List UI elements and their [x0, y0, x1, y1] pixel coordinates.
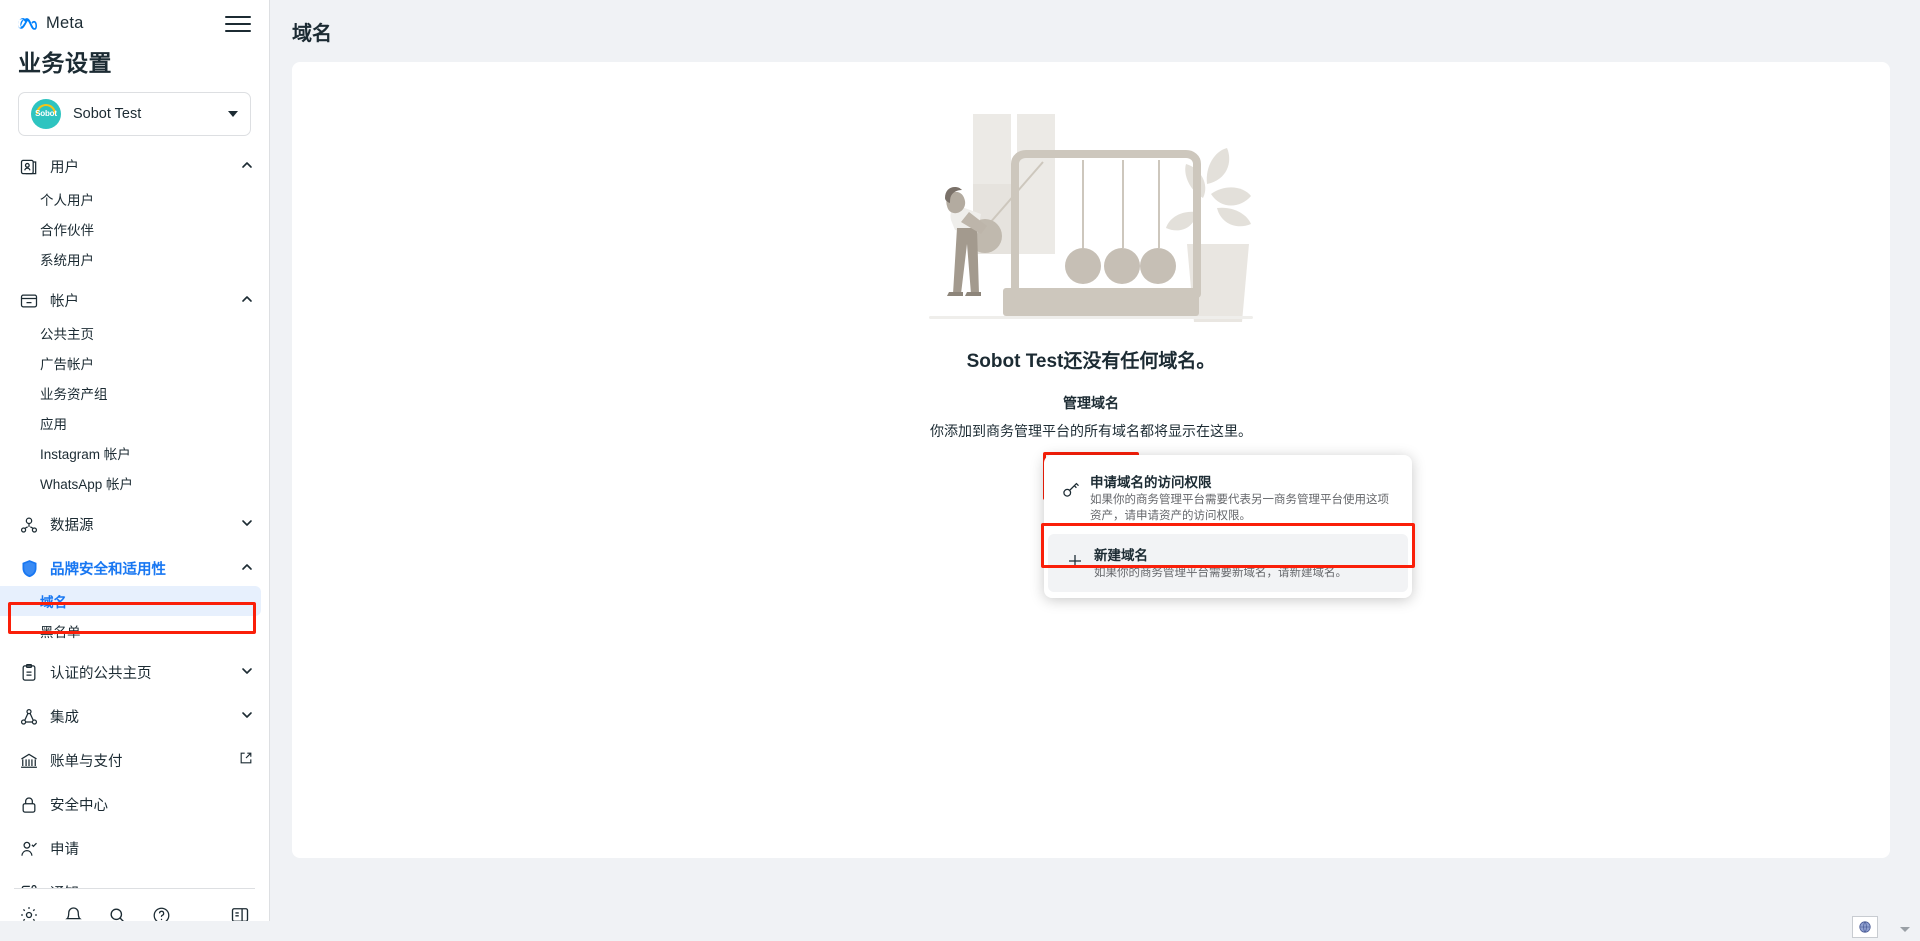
sidebar-header: Meta 业务设置 [0, 0, 269, 78]
sidebar: Meta 业务设置 Sobot Sobot Test 用户个人用户合作伙伴系统用… [0, 0, 270, 941]
sidebar-item-label: 个人用户 [40, 192, 94, 208]
business-name: Sobot Test [73, 105, 142, 122]
sidebar-item-公共主页[interactable]: 公共主页 [0, 318, 269, 348]
sidebar-item-广告帐户[interactable]: 广告帐户 [0, 348, 269, 378]
meta-infinity-icon [18, 17, 37, 30]
sidebar-item-合作伙伴[interactable]: 合作伙伴 [0, 214, 269, 244]
integration-icon [18, 706, 40, 728]
sidebar-item-label: WhatsApp 帐户 [40, 476, 134, 492]
sidebar-group-label: 数据源 [50, 518, 94, 535]
dropdown-item-desc: 如果你的商务管理平台需要代表另一商务管理平台使用这项资产，请申请资产的访问权限。 [1090, 494, 1389, 522]
sidebar-link-安全中心[interactable]: 安全中心 [0, 788, 269, 822]
sidebar-link-申请[interactable]: 申请 [0, 832, 269, 866]
key-icon [1058, 471, 1084, 499]
chevron-down-icon [241, 664, 253, 682]
page-title: 域名 [292, 22, 332, 45]
sidebar-item-系统用户[interactable]: 系统用户 [0, 244, 269, 274]
dropdown-item-title: 新建域名 [1094, 548, 1148, 564]
sidebar-group-label: 认证的公共主页 [50, 666, 152, 683]
sidebar-item-label: 域名 [40, 594, 67, 610]
lock-icon [18, 794, 40, 816]
sidebar-group-label: 品牌安全和适用性 [50, 562, 166, 579]
clipboard-icon [18, 662, 40, 684]
sidebar-link-label: 安全中心 [50, 798, 108, 815]
sidebar-link-label: 账单与支付 [50, 754, 123, 771]
sidebar-group-label: 帐户 [50, 294, 79, 311]
dropdown-item-create-domain[interactable]: 新建域名 如果你的商务管理平台需要新域名，请新建域名。 [1048, 534, 1408, 592]
empty-state-subtitle: 管理域名 [1063, 395, 1119, 411]
chevron-up-icon [241, 292, 253, 310]
external-link-icon [239, 751, 253, 770]
status-bar [0, 916, 1920, 941]
sidebar-item-label: 业务资产组 [40, 386, 108, 402]
sidebar-item-label: Instagram 帐户 [40, 446, 131, 462]
avatar-label: Sobot [35, 109, 57, 119]
chevron-down-icon [241, 708, 253, 726]
sidebar-item-Instagram 帐户[interactable]: Instagram 帐户 [0, 438, 269, 468]
dropdown-item-desc: 如果你的商务管理平台需要新域名，请新建域名。 [1094, 567, 1347, 580]
notification-icon [18, 882, 40, 889]
sidebar-item-label: 广告帐户 [40, 356, 94, 372]
avatar: Sobot [31, 98, 61, 129]
data-source-icon [18, 514, 40, 536]
sidebar-link-通知[interactable]: 通知 [0, 876, 269, 889]
suite-title: 业务设置 [18, 50, 112, 76]
shield-icon [18, 558, 40, 580]
sidebar-group-integrations[interactable]: 集成 [0, 700, 269, 734]
sidebar-item-个人用户[interactable]: 个人用户 [0, 184, 269, 214]
sidebar-nav: 用户个人用户合作伙伴系统用户帐户公共主页广告帐户业务资产组应用 Instagram… [0, 150, 269, 889]
sidebar-item-域名[interactable]: 域名 [0, 585, 261, 616]
sidebar-item-业务资产组[interactable]: 业务资产组 [0, 378, 269, 408]
sidebar-item-label: 合作伙伴 [40, 222, 94, 238]
dropdown-item-title: 申请域名的访问权限 [1090, 475, 1212, 490]
empty-state-title: Sobot Test还没有任何域名。 [966, 351, 1216, 372]
sidebar-item-应用[interactable]: 应用 [0, 408, 269, 438]
sidebar-group-label: 用户 [50, 160, 79, 177]
user-check-icon [18, 838, 40, 860]
sidebar-group-brand-safety[interactable]: 品牌安全和适用性 [0, 552, 269, 586]
hamburger-menu-icon[interactable] [225, 14, 251, 34]
meta-wordmark: Meta [46, 14, 84, 32]
newtons-cradle-illustration [929, 114, 1253, 322]
sidebar-group-label: 集成 [50, 710, 79, 727]
sidebar-item-黑名单[interactable]: 黑名单 [0, 616, 269, 646]
box-icon [18, 290, 40, 312]
meta-logo: Meta [18, 14, 83, 33]
sidebar-item-label: 应用 [40, 416, 67, 432]
dropdown-item-request-access[interactable]: 申请域名的访问权限 如果你的商务管理平台需要代表另一商务管理平台使用这项资产，请… [1044, 461, 1412, 534]
add-dropdown-menu: 申请域名的访问权限 如果你的商务管理平台需要代表另一商务管理平台使用这项资产，请… [1044, 455, 1412, 598]
sidebar-link-label: 通知 [50, 882, 253, 888]
sidebar-item-label: 公共主页 [40, 326, 94, 342]
users-card-icon [18, 156, 40, 178]
business-selector[interactable]: Sobot Sobot Test [18, 92, 251, 136]
sidebar-group-users[interactable]: 用户 [0, 150, 269, 184]
business-settings-app: Meta 业务设置 Sobot Sobot Test 用户个人用户合作伙伴系统用… [0, 0, 1920, 941]
chevron-down-icon [228, 110, 238, 117]
globe-icon[interactable] [1852, 916, 1878, 938]
empty-state-description: 你添加到商务管理平台的所有域名都将显示在这里。 [930, 423, 1252, 439]
sidebar-link-账单与支付[interactable]: 账单与支付 [0, 744, 269, 778]
sidebar-item-label: 系统用户 [40, 252, 94, 268]
chevron-down-icon [241, 516, 253, 534]
plus-icon [1062, 544, 1088, 570]
sidebar-item-WhatsApp 帐户[interactable]: WhatsApp 帐户 [0, 468, 269, 498]
sidebar-link-label: 申请 [50, 842, 79, 859]
page-header: 域名 [270, 0, 1920, 62]
sidebar-group-data-sources[interactable]: 数据源 [0, 508, 269, 542]
statusbar-caret-icon[interactable] [1900, 927, 1910, 932]
chevron-up-icon [241, 158, 253, 176]
bank-icon [18, 750, 40, 772]
sidebar-item-label: 黑名单 [40, 624, 81, 640]
sidebar-group-verified-pages[interactable]: 认证的公共主页 [0, 656, 269, 690]
chevron-up-icon [241, 560, 253, 578]
sidebar-group-accounts[interactable]: 帐户 [0, 284, 269, 318]
